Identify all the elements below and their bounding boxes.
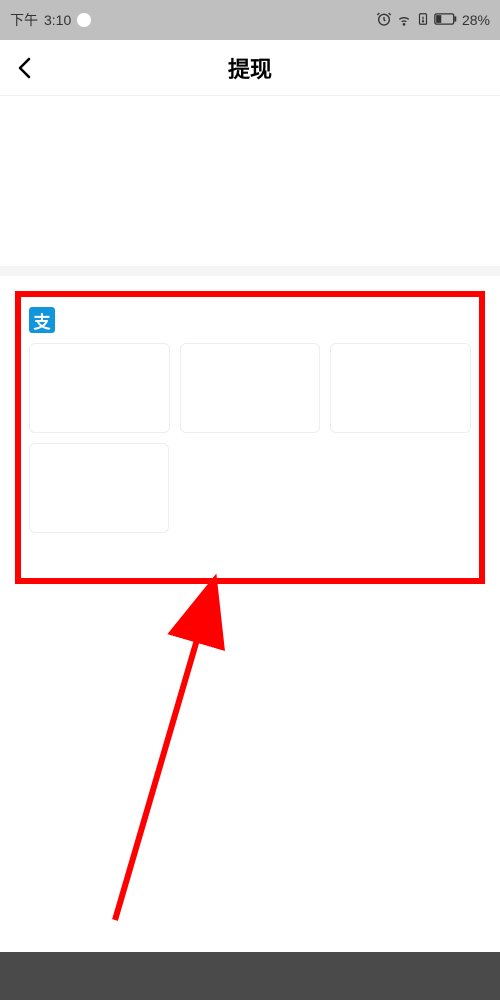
time: 3:10	[44, 12, 71, 28]
amount-row-2	[29, 443, 471, 533]
alipay-icon[interactable]: 支	[29, 307, 55, 333]
wifi-icon	[396, 11, 412, 30]
time-prefix: 下午	[10, 10, 38, 30]
nav-bar: 提现	[0, 40, 500, 96]
bottom-bar	[0, 952, 500, 1000]
alarm-icon	[376, 11, 392, 30]
battery-icon	[434, 12, 458, 29]
status-indicator-icon	[77, 13, 91, 27]
back-button[interactable]	[0, 40, 50, 96]
status-left: 下午 3:10	[10, 10, 91, 30]
chevron-left-icon	[15, 56, 35, 80]
withdraw-section: 支	[0, 276, 500, 599]
blank-section	[0, 96, 500, 266]
amount-option[interactable]	[29, 343, 170, 433]
amount-option[interactable]	[29, 443, 169, 533]
annotation-box: 支	[15, 291, 485, 584]
amount-row-1	[29, 343, 471, 433]
amount-option[interactable]	[180, 343, 321, 433]
amount-option[interactable]	[330, 343, 471, 433]
status-right: 28%	[376, 11, 490, 30]
sim-alert-icon	[416, 11, 430, 30]
page-title: 提现	[228, 52, 272, 84]
section-divider	[0, 266, 500, 276]
status-bar: 下午 3:10 28%	[0, 0, 500, 40]
battery-percent: 28%	[462, 12, 490, 28]
alipay-glyph: 支	[34, 308, 51, 333]
